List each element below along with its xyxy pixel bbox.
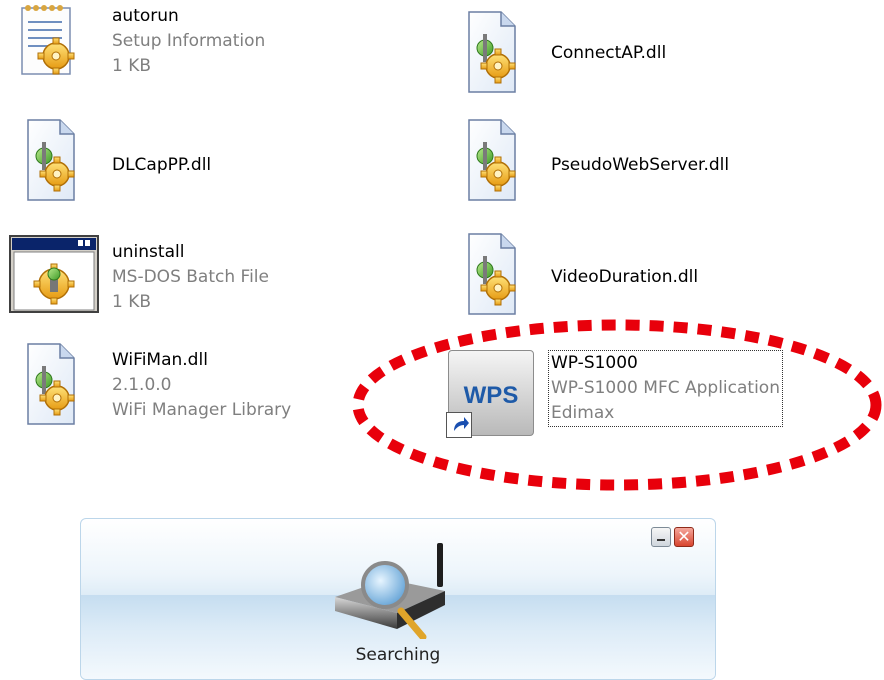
status-text: Searching [355, 645, 441, 665]
dll-file-icon [468, 11, 516, 93]
highlight-ellipse [352, 319, 882, 491]
file-size: 1 KB [112, 292, 152, 312]
file-size: 1 KB [112, 56, 152, 76]
file-name: PseudoWebServer.dll [551, 155, 730, 175]
batch-file-icon [9, 235, 99, 313]
setup-information-icon [21, 5, 75, 75]
file-description: WiFi Manager Library [112, 400, 292, 420]
minimize-icon[interactable] [651, 527, 671, 547]
file-name: ConnectAP.dll [551, 43, 667, 63]
dll-file-icon [27, 343, 75, 425]
searching-widget: ✕ Searching [80, 518, 716, 680]
router-search-icon [335, 543, 445, 639]
close-icon[interactable]: ✕ [674, 527, 694, 547]
file-name: WiFiMan.dll [112, 350, 208, 370]
file-name: uninstall [112, 242, 185, 262]
file-type: Setup Information [112, 31, 266, 51]
file-version: 2.1.0.0 [112, 375, 172, 395]
dll-file-icon [468, 119, 516, 201]
dll-file-icon [468, 233, 516, 315]
file-name: DLCapPP.dll [112, 155, 212, 175]
dll-file-icon [27, 119, 75, 201]
file-type: MS-DOS Batch File [112, 267, 269, 287]
file-name: VideoDuration.dll [551, 267, 699, 287]
file-name: autorun [112, 6, 179, 26]
